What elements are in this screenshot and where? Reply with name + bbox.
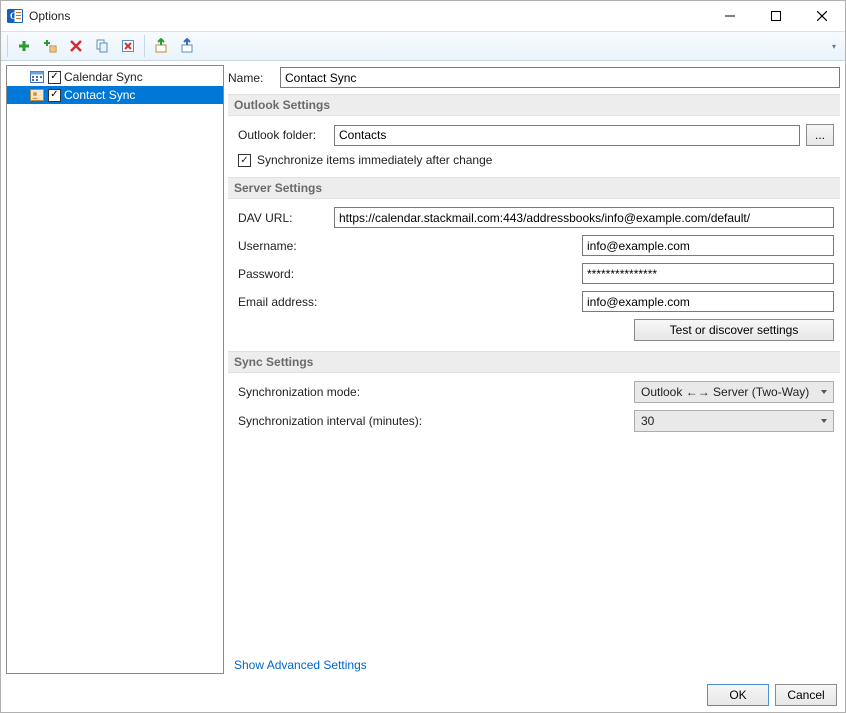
cancel-button[interactable]: Cancel (775, 684, 837, 706)
add-multiple-button[interactable] (38, 34, 62, 58)
minimize-button[interactable] (707, 1, 753, 31)
dialog-footer: OK Cancel (1, 678, 845, 712)
outlook-section: Outlook folder: ... ✓ Synchronize items … (228, 116, 840, 177)
sync-interval-label: Synchronization interval (minutes): (238, 414, 428, 428)
delete-button[interactable] (64, 34, 88, 58)
sync-interval-select[interactable]: 30 (634, 410, 834, 432)
toolbar-overflow-icon[interactable]: ▾ (827, 34, 841, 58)
name-label: Name: (228, 71, 274, 85)
maximize-button[interactable] (753, 1, 799, 31)
add-profile-button[interactable] (12, 34, 36, 58)
password-label: Password: (238, 267, 328, 281)
sync-immediate-checkbox[interactable]: ✓ (238, 154, 251, 167)
sync-mode-select[interactable]: Outlook ←→ Server (Two-Way) (634, 381, 834, 403)
username-input[interactable] (582, 235, 834, 256)
browse-folder-button[interactable]: ... (806, 124, 834, 146)
window-title: Options (29, 9, 70, 23)
password-input[interactable] (582, 263, 834, 284)
server-section: DAV URL: Username: Password: Email addre… (228, 199, 840, 351)
app-icon: O (7, 8, 23, 24)
dav-url-label: DAV URL: (238, 211, 328, 225)
email-input[interactable] (582, 291, 834, 312)
show-advanced-link[interactable]: Show Advanced Settings (234, 658, 840, 672)
username-label: Username: (238, 239, 328, 253)
outlook-folder-label: Outlook folder: (238, 128, 328, 142)
tree-item-calendar-sync[interactable]: ✓ Calendar Sync (7, 68, 223, 86)
profile-tree[interactable]: ✓ Calendar Sync ✓ Contact Sync (6, 65, 224, 674)
section-header-outlook: Outlook Settings (228, 94, 840, 116)
name-row: Name: (228, 67, 840, 88)
sync-immediate-label: Synchronize items immediately after chan… (257, 153, 492, 167)
section-header-server: Server Settings (228, 177, 840, 199)
titlebar: O Options (1, 1, 845, 31)
tree-item-label: Calendar Sync (64, 70, 143, 84)
email-label: Email address: (238, 295, 328, 309)
copy-button[interactable] (90, 34, 114, 58)
sync-mode-label: Synchronization mode: (238, 385, 428, 399)
outlook-folder-input[interactable] (334, 125, 800, 146)
dav-url-input[interactable] (334, 207, 834, 228)
contacts-icon (29, 87, 45, 103)
toolbar: ▾ (1, 31, 845, 61)
export-button[interactable] (175, 34, 199, 58)
test-discover-button[interactable]: Test or discover settings (634, 319, 834, 341)
calendar-icon (29, 69, 45, 85)
clear-cache-button[interactable] (116, 34, 140, 58)
body: ✓ Calendar Sync ✓ Contact Sync Name: Out… (1, 61, 845, 678)
tree-item-contact-sync[interactable]: ✓ Contact Sync (7, 86, 223, 104)
options-window: O Options (0, 0, 846, 713)
tree-item-label: Contact Sync (64, 88, 135, 102)
ok-button[interactable]: OK (707, 684, 769, 706)
settings-panel: Name: Outlook Settings Outlook folder: .… (228, 65, 840, 674)
section-header-sync: Sync Settings (228, 351, 840, 373)
tree-checkbox[interactable]: ✓ (48, 71, 61, 84)
tree-checkbox[interactable]: ✓ (48, 89, 61, 102)
import-button[interactable] (149, 34, 173, 58)
svg-text:O: O (10, 11, 17, 21)
name-input[interactable] (280, 67, 840, 88)
sync-section: Synchronization mode: Outlook ←→ Server … (228, 373, 840, 442)
close-button[interactable] (799, 1, 845, 31)
